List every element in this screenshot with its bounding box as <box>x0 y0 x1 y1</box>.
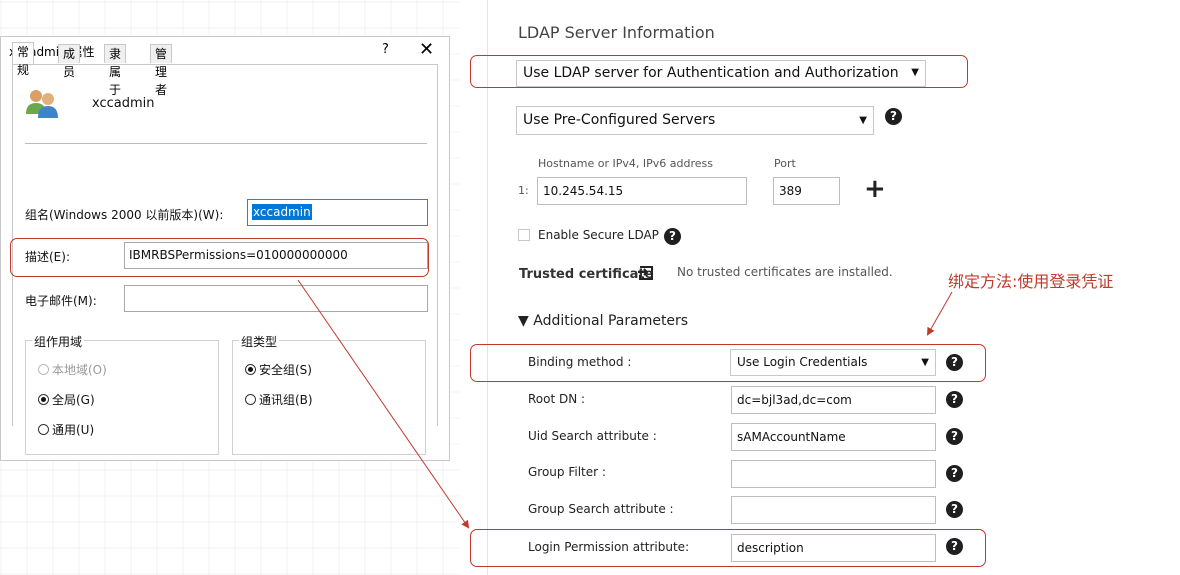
import-certificate-icon[interactable] <box>637 264 655 282</box>
server-row-index: 1: <box>518 184 529 197</box>
hostname-label: Hostname or IPv4, IPv6 address <box>538 157 713 170</box>
user-name: xccadmin <box>92 96 155 111</box>
help-icon[interactable]: ? <box>946 465 963 482</box>
radio-icon <box>38 424 49 435</box>
radio-checked-icon <box>245 364 256 375</box>
additional-parameters-label: Additional Parameters <box>533 313 689 329</box>
scope-universal-label: 通用(U) <box>52 423 95 437</box>
scope-universal-radio[interactable]: 通用(U) <box>38 421 94 438</box>
type-distribution-label: 通讯组(B) <box>259 393 313 407</box>
tab-members[interactable]: 成员 <box>58 44 81 79</box>
radio-icon <box>245 394 256 405</box>
root-dn-label: Root DN : <box>528 392 586 406</box>
uid-search-label: Uid Search attribute : <box>528 429 657 443</box>
additional-parameters-toggle[interactable]: ▼ Additional Parameters <box>518 313 688 329</box>
login-permission-highlight <box>470 529 986 567</box>
group-name-input[interactable]: xccadmin <box>247 199 428 226</box>
scope-global-radio[interactable]: 全局(G) <box>38 391 95 408</box>
help-icon[interactable]: ? <box>946 428 963 445</box>
ldap-title: LDAP Server Information <box>518 23 715 42</box>
triangle-down-icon: ▼ <box>518 313 529 329</box>
users-icon <box>26 90 58 118</box>
binding-highlight <box>470 344 986 382</box>
radio-icon <box>38 364 49 375</box>
help-icon[interactable]: ? <box>946 501 963 518</box>
root-dn-input[interactable]: dc=bjl3ad,dc=com <box>731 386 936 414</box>
tab-member-of[interactable]: 隶属于 <box>104 44 127 97</box>
group-search-label: Group Search attribute : <box>528 502 674 516</box>
server-mode-select[interactable]: Use Pre-Configured Servers ▼ <box>516 106 874 135</box>
secure-ldap-checkbox[interactable] <box>518 229 530 241</box>
radio-checked-icon <box>38 394 49 405</box>
scope-domain-local-label: 本地域(O) <box>52 363 107 377</box>
usage-highlight <box>470 55 968 88</box>
help-icon[interactable]: ? <box>946 391 963 408</box>
group-type-legend: 组类型 <box>239 333 280 350</box>
tab-general[interactable]: 常规 <box>12 42 35 77</box>
help-icon[interactable]: ? <box>664 228 681 245</box>
trusted-certificate-label: Trusted certificate <box>519 267 654 282</box>
chevron-down-icon: ▼ <box>859 115 867 126</box>
hostname-input[interactable]: 10.245.54.15 <box>537 177 747 205</box>
help-icon[interactable]: ? <box>885 108 902 125</box>
tab-managed-by[interactable]: 管理者 <box>150 44 173 97</box>
secure-ldap-label: Enable Secure LDAP <box>538 228 659 242</box>
add-server-icon[interactable]: + <box>864 176 886 202</box>
email-label: 电子邮件(M): <box>25 294 97 308</box>
group-filter-label: Group Filter : <box>528 465 606 479</box>
port-label: Port <box>774 157 796 170</box>
scope-global-label: 全局(G) <box>52 393 95 407</box>
type-security-label: 安全组(S) <box>259 363 312 377</box>
server-mode-value: Use Pre-Configured Servers <box>523 112 716 128</box>
group-name-value: xccadmin <box>252 204 312 220</box>
close-button[interactable]: ✕ <box>419 39 434 60</box>
binding-annotation: 绑定方法:使用登录凭证 <box>948 272 1114 291</box>
group-scope-legend: 组作用域 <box>32 333 85 350</box>
group-filter-input[interactable] <box>731 460 936 488</box>
group-name-label: 组名(Windows 2000 以前版本)(W): <box>25 208 224 222</box>
port-input[interactable]: 389 <box>773 177 840 205</box>
group-search-input[interactable] <box>731 496 936 524</box>
email-input[interactable] <box>124 285 428 312</box>
type-distribution-radio[interactable]: 通讯组(B) <box>245 391 313 408</box>
scope-domain-local-radio[interactable]: 本地域(O) <box>38 361 107 378</box>
help-button[interactable]: ? <box>382 42 389 57</box>
type-security-radio[interactable]: 安全组(S) <box>245 361 312 378</box>
trusted-certificate-status: No trusted certificates are installed. <box>677 265 893 279</box>
uid-search-input[interactable]: sAMAccountName <box>731 423 936 451</box>
divider <box>25 143 427 144</box>
description-highlight <box>10 238 429 277</box>
